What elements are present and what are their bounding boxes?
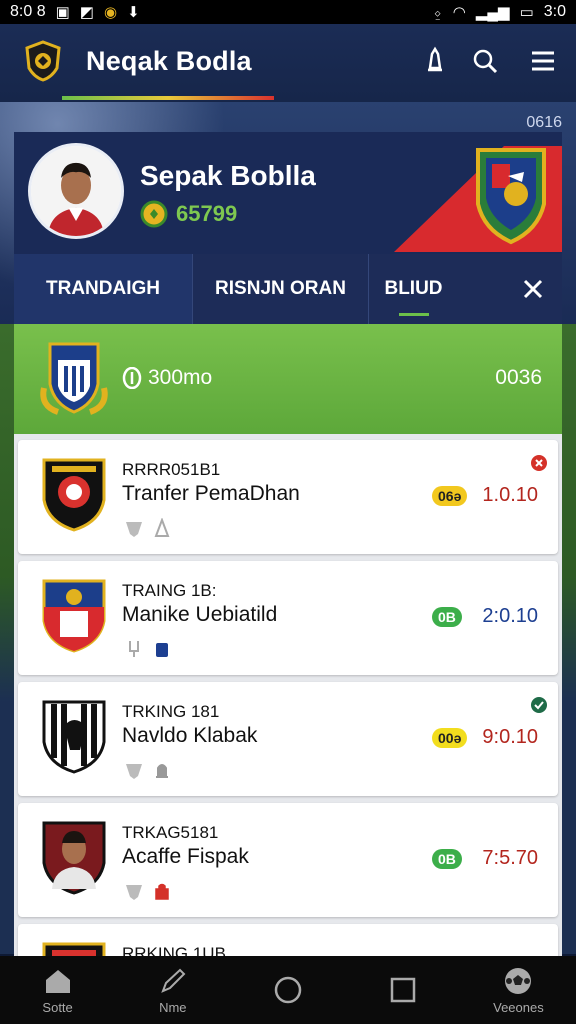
soccer-ball-icon [505, 967, 532, 994]
item-value: 1.0.10 [482, 484, 538, 506]
nav-recents[interactable] [346, 956, 461, 1024]
list-item[interactable]: TRKAG5181 Acaffe Fispak 0B 7:5.70 [18, 803, 558, 917]
shield-icon [126, 885, 142, 900]
status-pill: 06ə [432, 486, 468, 506]
club-crest-icon [42, 942, 106, 956]
list-item[interactable]: TRKING 181 Navldo Klabak 00ə 9:0.10 [18, 682, 558, 796]
nav-label: Sotte [42, 999, 73, 1015]
tab-risnjn-oran[interactable]: RISNJN ORAN [192, 254, 368, 324]
nav-label: Veeones [493, 999, 544, 1015]
vibrate-icon: ⍚ [433, 3, 443, 21]
item-value: 9:0.10 [482, 726, 538, 748]
club-crest-icon [40, 342, 108, 415]
item-name: Tranfer PemaDhan [122, 482, 300, 505]
club-crest-icon [42, 579, 106, 653]
status-clock: 3:0 [543, 3, 566, 20]
check-badge-icon[interactable] [530, 696, 548, 714]
nav-system-home[interactable] [230, 956, 345, 1024]
status-pill: 0B [432, 607, 462, 627]
banner-right-value: 0036 [495, 366, 542, 389]
app-header: Neqak Bodla [0, 24, 576, 102]
list-item[interactable]: TRAING 1B: Manike Uebiatild 0B 2:0.10 [18, 561, 558, 675]
tag-icon [154, 518, 170, 537]
item-value: 7:5.70 [482, 847, 538, 869]
bag-icon [155, 883, 169, 900]
status-pill: 00ə [432, 728, 468, 748]
square-icon [390, 977, 416, 1003]
tab-bliud[interactable]: BLIUD [368, 254, 458, 324]
shirt-icon [156, 643, 168, 657]
item-code: TRKAG5181 [122, 823, 219, 842]
stadium-side-right [562, 324, 576, 954]
player-avatar[interactable] [28, 143, 124, 239]
tab-bar: TRANDAIGH RISNJN ORAN BLIUD [14, 254, 562, 324]
download-icon: ⬇ [127, 3, 140, 21]
home-icon [45, 969, 70, 993]
coin-icon [140, 200, 168, 228]
item-name: Navldo Klabak [122, 724, 258, 747]
item-code: TRKING 181 [122, 702, 220, 721]
club-crest-icon [42, 458, 106, 532]
banner-amount: 300mo [122, 366, 212, 390]
title-underline [62, 96, 274, 100]
coin-icon [122, 367, 142, 389]
transfer-list[interactable]: RRRR051B1 Tranfer PemaDhan 06ə 1.0.10 TR… [14, 434, 562, 956]
gallery-icon: ◩ [79, 3, 94, 21]
balance-banner: 300mo 0036 [14, 324, 562, 434]
club-crest-icon [42, 700, 106, 774]
app-title: Neqak Bodla [86, 46, 252, 76]
menu-icon[interactable] [528, 46, 558, 76]
hero-corner-code: 0616 [526, 114, 562, 131]
list-item[interactable]: RRKING 1UB [18, 924, 558, 956]
nav-name[interactable]: Nme [115, 956, 230, 1024]
close-badge-icon[interactable] [530, 454, 548, 472]
image-icon: ▣ [55, 3, 70, 21]
bottom-navigation: Sotte Nme Veeones [0, 956, 576, 1024]
status-time: 8:0 8 [10, 3, 46, 20]
notification-bell-icon[interactable] [420, 46, 450, 76]
app-logo-icon[interactable] [24, 40, 62, 82]
bell-icon [156, 764, 168, 778]
item-code: TRAING 1B: [122, 581, 217, 600]
nav-label: Nme [159, 999, 187, 1015]
coin-balance: 65799 [140, 200, 237, 228]
item-code: RRKING 1UB [122, 944, 226, 956]
tab-trandaigh[interactable]: TRANDAIGH [14, 254, 192, 324]
signal-icon: ▂▄▆ [475, 3, 510, 21]
pin-icon [129, 641, 139, 657]
coin-icon: ◉ [103, 3, 118, 21]
status-bar: 8:0 8 ▣ ◩ ◉ ⬇ ⍚ ◠ ▂▄▆ ▭ 3:0 [0, 0, 576, 24]
shield-icon [126, 764, 142, 779]
nav-home[interactable]: Sotte [0, 956, 115, 1024]
list-item[interactable]: RRRR051B1 Tranfer PemaDhan 06ə 1.0.10 [18, 440, 558, 554]
stadium-side-left [0, 324, 14, 954]
item-code: RRRR051B1 [122, 460, 221, 479]
pencil-icon [161, 968, 186, 993]
team-crest-banner [394, 146, 562, 252]
player-name: Sepak Boblla [140, 160, 316, 191]
circle-icon [274, 976, 302, 1004]
search-icon[interactable] [470, 46, 500, 76]
nav-videos[interactable]: Veeones [461, 956, 576, 1024]
coin-value: 65799 [176, 201, 238, 226]
player-photo [42, 821, 106, 895]
item-value: 2:0.10 [482, 605, 538, 627]
wifi-icon: ◠ [452, 3, 466, 21]
item-name: Manike Uebiatild [122, 603, 278, 626]
close-icon[interactable] [518, 274, 548, 304]
banner-amount-value: 300mo [148, 366, 213, 389]
item-name: Acaffe Fispak [122, 845, 249, 868]
status-pill: 0B [432, 849, 462, 869]
battery-icon: ▭ [519, 3, 534, 21]
shield-icon [126, 522, 142, 537]
